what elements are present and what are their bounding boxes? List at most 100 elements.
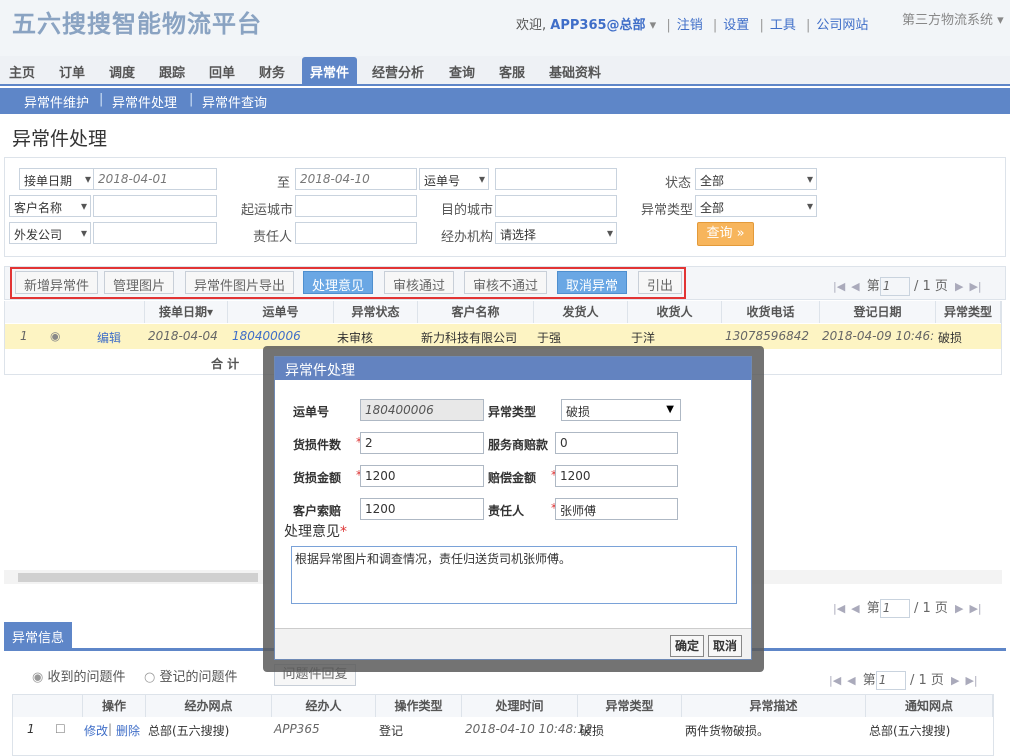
checkbox[interactable]: ☐ [55,722,66,736]
nav-basedata[interactable]: 基础资料 [549,62,601,81]
next-page-icon[interactable]: ▶ [951,674,959,687]
ok-button[interactable]: 确定 [670,635,704,657]
system-switch[interactable]: 第三方物流系统 ▾ [902,9,1004,28]
grid-header-customer[interactable]: 客户名称 [418,301,534,323]
origin-input[interactable] [295,195,417,217]
dlg-qty-label: 货损件数 [293,438,342,452]
next-page-icon[interactable]: ▶ [955,602,963,615]
first-page-icon[interactable]: |◀ [833,280,845,293]
customer-type-select[interactable]: 客户名称 [9,195,91,217]
page-input[interactable]: 1 [879,277,910,296]
prev-page-icon[interactable]: ◀ [851,280,859,293]
nav-tracking[interactable]: 跟踪 [159,62,185,81]
row-customer: 新力科技有限公司 [421,331,518,345]
grid-header-no[interactable]: 运单号 [228,301,334,323]
grid-header-date[interactable]: 接单日期▾ [145,301,228,323]
status-select[interactable]: 全部 [695,168,817,190]
chevron-down-icon[interactable]: ▾ [646,18,657,33]
date-type-select[interactable]: 接单日期 [19,168,95,190]
grid-header-phone[interactable]: 收货电话 [722,301,820,323]
logout-link[interactable]: 注销 [677,18,703,33]
prev-page-icon[interactable]: ◀ [851,602,859,615]
export-button[interactable]: 引出 [638,271,683,294]
export-images-button[interactable]: 异常件图片导出 [185,271,295,294]
nav-query[interactable]: 查询 [449,62,475,81]
settings-link[interactable]: 设置 [723,18,749,33]
approve-button[interactable]: 审核通过 [384,271,455,294]
dlg-resp-input[interactable]: 张师傅 [555,498,678,520]
nav-analysis[interactable]: 经营分析 [372,62,424,81]
date-from-input[interactable]: 2018-04-01 [93,168,217,190]
manage-images-button[interactable]: 管理图片 [104,271,175,294]
next-page-icon[interactable]: ▶ [955,280,963,293]
bottom-header-time: 处理时间 [462,695,578,717]
user-menu[interactable]: APP365@总部 [550,18,645,33]
number-input[interactable] [495,168,617,190]
bottom-optype: 登记 [379,724,404,738]
cancel-exception-button[interactable]: 取消异常 [557,271,628,294]
dlg-type-select[interactable]: 破损 [561,399,681,421]
row-edit-link[interactable]: 编辑 [97,329,121,346]
last-page-icon[interactable]: ▶| [965,674,977,687]
cancel-button[interactable]: 取消 [708,635,742,657]
bottom-pager: |◀ ◀ 第1 / 1 页 ▶ ▶| [826,669,981,690]
first-page-icon[interactable]: |◀ [833,602,845,615]
dest-input[interactable] [495,195,617,217]
dlg-pay-input[interactable]: 1200 [555,465,678,487]
row-radio[interactable]: ◉ [50,329,60,343]
dlg-comp-input[interactable]: 0 [555,432,678,454]
dlg-claim-input[interactable]: 1200 [360,498,484,520]
nav-orders[interactable]: 订单 [59,62,85,81]
process-opinion-button[interactable]: 处理意见 [303,271,374,294]
radio-registered[interactable]: ○ 登记的问题件 [144,666,238,685]
last-page-icon[interactable]: ▶| [969,602,981,615]
nav-dispatch[interactable]: 调度 [109,62,135,81]
subnav-maintain[interactable]: 异常件维护 [24,92,89,111]
grid-header-status[interactable]: 异常状态 [334,301,418,323]
page-prefix: 第 [866,601,880,616]
nav-finance[interactable]: 财务 [259,62,285,81]
row-no[interactable]: 180400006 [232,329,301,343]
tools-link[interactable]: 工具 [770,18,796,33]
tab-exception-info[interactable]: 异常信息 [4,622,72,648]
number-type-select[interactable]: 运单号 [419,168,489,190]
page-prefix: 第 [866,279,880,294]
exc-type-select[interactable]: 全部 [695,195,817,217]
dlg-amount-label: 货损金额 [293,471,342,485]
company-site-link[interactable]: 公司网站 [816,18,868,33]
reject-button[interactable]: 审核不通过 [464,271,548,294]
date-to-input[interactable]: 2018-04-10 [295,168,417,190]
first-page-icon[interactable]: |◀ [829,674,841,687]
add-exception-button[interactable]: 新增异常件 [15,271,99,294]
nav-service[interactable]: 客服 [499,62,525,81]
dlg-claim-label: 客户索赔 [293,504,342,518]
subnav-process[interactable]: 异常件处理 [112,92,177,111]
radio-received[interactable]: ◉ 收到的问题件 [32,666,126,685]
grid-header-receiver[interactable]: 收货人 [628,301,722,323]
customer-input[interactable] [93,195,217,217]
page-input[interactable]: 1 [879,599,910,618]
scroll-thumb[interactable] [18,573,258,582]
grid-header-type[interactable]: 异常类型 [936,301,1001,323]
bottom-delete-link[interactable]: 删除 [116,722,140,739]
org-select[interactable]: 请选择 [495,222,617,244]
query-button[interactable]: 查询 » [697,222,754,246]
nav-home[interactable]: 主页 [9,62,35,81]
dlg-remark-textarea[interactable]: 根据异常图片和调查情况，责任归送货司机张师傅。 [291,546,737,604]
bottom-header-blank [13,695,83,717]
bottom-modify-link[interactable]: 修改 [84,722,108,739]
subnav-query[interactable]: 异常件查询 [202,92,267,111]
nav-exception[interactable]: 异常件 [302,57,358,84]
grid-header-sender[interactable]: 发货人 [534,301,628,323]
nav-receipt[interactable]: 回单 [209,62,235,81]
prev-page-icon[interactable]: ◀ [847,674,855,687]
last-page-icon[interactable]: ▶| [969,280,981,293]
page-input[interactable]: 1 [875,671,906,690]
welcome-text: 欢迎, [516,18,547,33]
grid-header-reg[interactable]: 登记日期 [820,301,936,323]
dlg-qty-input[interactable]: 2 [360,432,484,454]
company-type-select[interactable]: 外发公司 [9,222,91,244]
company-input[interactable] [93,222,217,244]
resp-input[interactable] [295,222,417,244]
dlg-amount-input[interactable]: 1200 [360,465,484,487]
